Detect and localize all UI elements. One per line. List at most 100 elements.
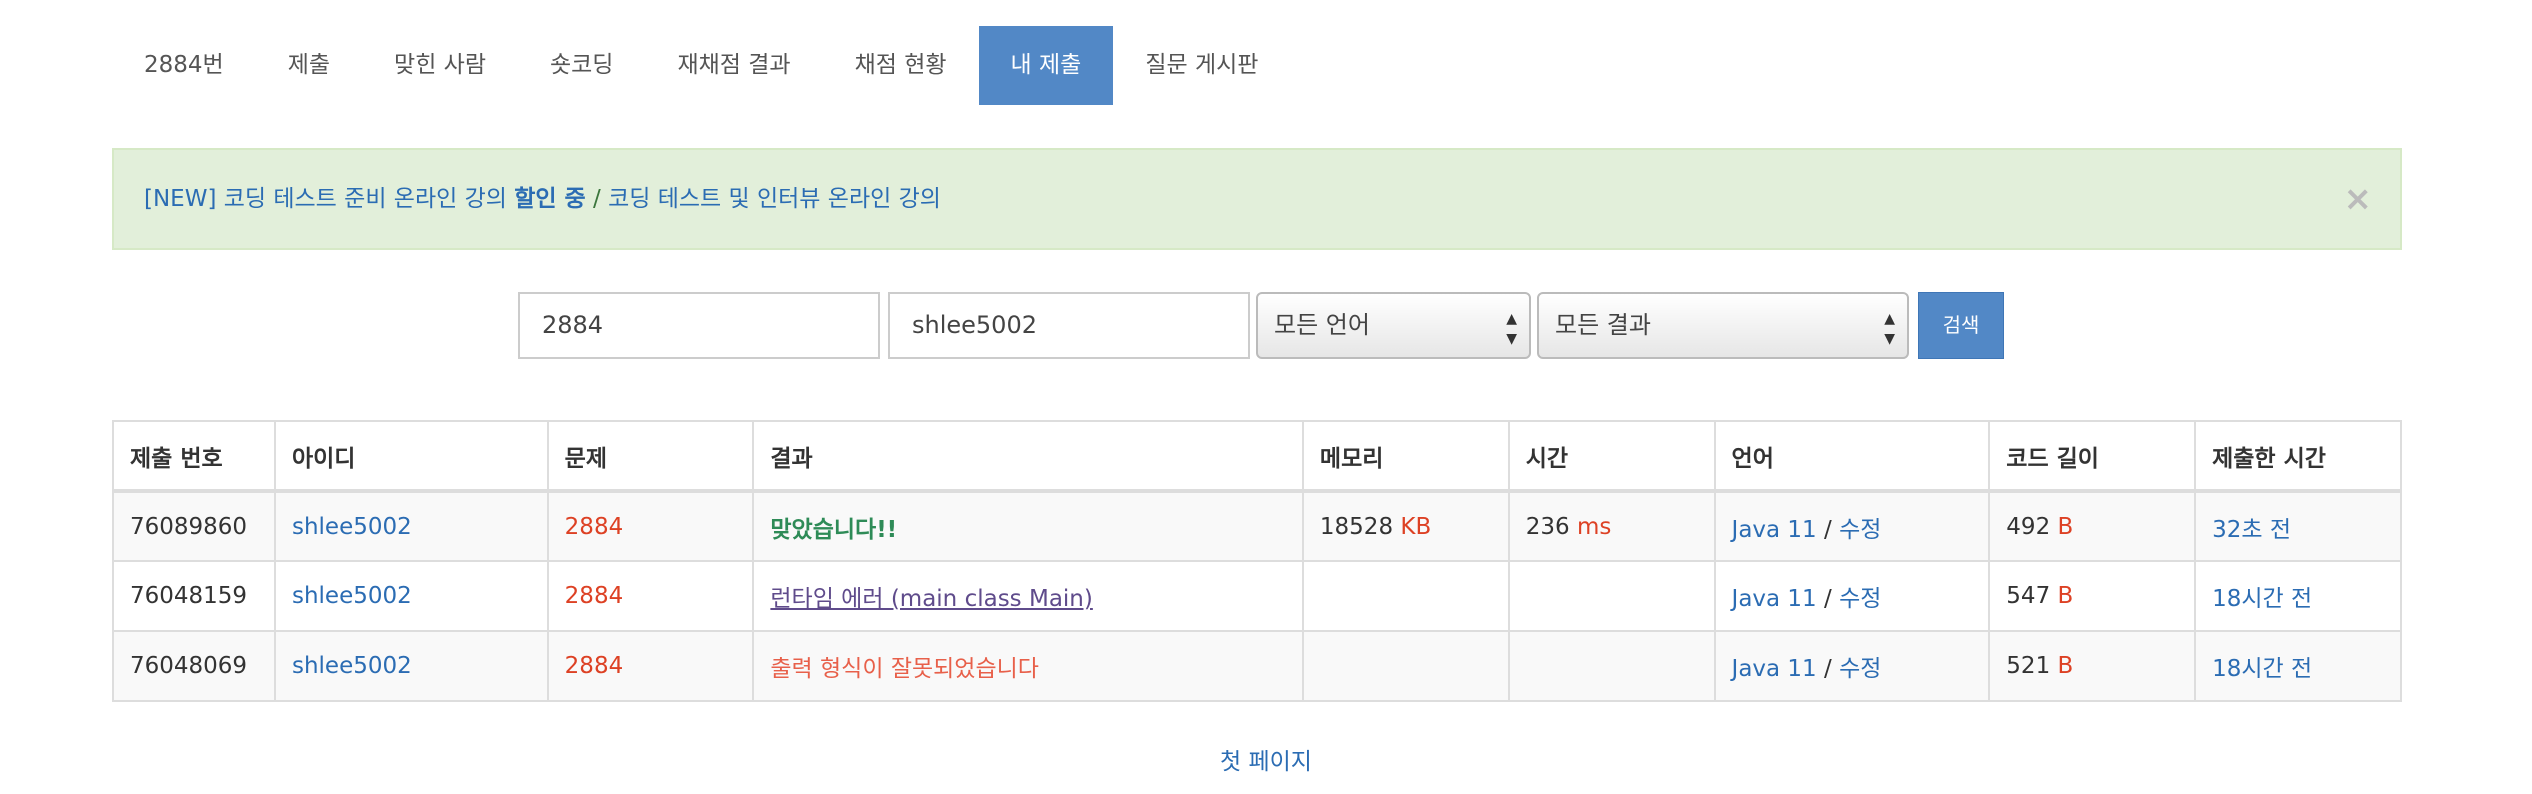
time-value: 236 [1525, 513, 1570, 540]
tab-my-submissions[interactable]: 내 제출 [978, 26, 1114, 105]
submission-id: 76089860 [130, 513, 248, 540]
user-link[interactable]: shlee5002 [292, 653, 412, 679]
column-header: 제출한 시간 [2194, 420, 2402, 493]
promo-link-1[interactable]: [NEW] 코딩 테스트 준비 온라인 강의 할인 중 [144, 186, 586, 212]
promo-link-2[interactable]: 코딩 테스트 및 인터뷰 온라인 강의 [608, 186, 941, 212]
separator: / [1816, 656, 1840, 682]
close-icon[interactable]: × [2344, 150, 2373, 248]
user-id-input[interactable]: shlee5002 [888, 292, 1250, 359]
tab-rejudge[interactable]: 재채점 결과 [645, 26, 822, 105]
language-select[interactable]: 모든 언어 ▲ ▼ [1256, 292, 1531, 359]
table-cell: 76048159 [112, 560, 276, 632]
table-cell [1507, 560, 1716, 632]
length-unit: B [2057, 513, 2074, 540]
tab-solvers[interactable]: 맞힌 사람 [362, 26, 518, 105]
table-cell: 521 B [1988, 630, 2197, 702]
user-link[interactable]: shlee5002 [292, 583, 412, 609]
submissions-table: 제출 번호 아이디 문제 결과 메모리 시간 언어 코드 길이 제출한 시간 76089860 s… [112, 420, 2402, 702]
table-row: 76048159 shlee5002 2884 런타임 에러 (main class … [112, 560, 2402, 632]
column-header: 결과 [752, 420, 1304, 493]
table-row: 76048069 shlee5002 2884 출력 형식이 잘못되었습니다 Java … [112, 630, 2402, 702]
table-cell: 236 ms [1507, 490, 1716, 562]
table-cell: 18528 KB [1301, 490, 1510, 562]
tab-submit[interactable]: 제출 [256, 26, 362, 105]
problem-link[interactable]: 2884 [565, 583, 624, 609]
promo-separator: / [585, 186, 609, 212]
result-status: 출력 형식이 잘못되었습니다 [770, 656, 1039, 682]
table-cell: 런타임 에러 (main class Main) [752, 560, 1304, 632]
first-page-link[interactable]: 첫 페이지 [1220, 749, 1312, 775]
table-cell: shlee5002 [273, 630, 549, 702]
table-cell: 맞았습니다!! [752, 490, 1304, 562]
table-cell [1301, 630, 1510, 702]
language-select-value: 모든 언어 [1274, 311, 1370, 339]
table-cell: shlee5002 [273, 490, 549, 562]
table-cell: 2884 [546, 490, 755, 562]
promo-alert: [NEW] 코딩 테스트 준비 온라인 강의 할인 중 / 코딩 테스트 및 인… [112, 148, 2402, 250]
edit-link[interactable]: 수정 [1839, 656, 1881, 682]
table-cell: 2884 [546, 560, 755, 632]
result-status: 맞았습니다!! [770, 516, 898, 543]
language-link[interactable]: Java 11 [1732, 517, 1817, 543]
tab-board[interactable]: 질문 게시판 [1113, 26, 1290, 105]
language-link[interactable]: Java 11 [1732, 656, 1817, 682]
table-cell: 76048069 [112, 630, 276, 702]
column-header: 문제 [546, 420, 755, 493]
length-unit: B [2057, 583, 2074, 609]
promo-link-1-bold: 할인 중 [514, 186, 586, 212]
table-cell: 76089860 [112, 490, 276, 562]
column-header: 언어 [1713, 420, 1991, 493]
tab-short-coding[interactable]: 숏코딩 [518, 26, 645, 105]
edit-link[interactable]: 수정 [1839, 517, 1881, 543]
tab-problem[interactable]: 2884번 [112, 26, 256, 105]
code-length: 547 [2006, 583, 2051, 609]
table-row: 76089860 shlee5002 2884 맞았습니다!! 18528 KB 236 … [112, 490, 2402, 562]
language-link[interactable]: Java 11 [1732, 586, 1817, 612]
column-header: 메모리 [1301, 420, 1510, 493]
table-cell: 2884 [546, 630, 755, 702]
tab-status[interactable]: 채점 현황 [823, 26, 979, 105]
memory-value: 18528 [1319, 513, 1394, 540]
memory-unit: KB [1400, 513, 1432, 540]
table-cell: 547 B [1988, 560, 2197, 632]
code-length: 492 [2006, 513, 2051, 540]
code-length: 521 [2006, 653, 2051, 679]
chevron-updown-icon: ▲ ▼ [1884, 311, 1895, 347]
table-cell: 32초 전 [2194, 490, 2402, 562]
table-cell [1301, 560, 1510, 632]
table-cell: 18시간 전 [2194, 560, 2402, 632]
table-cell: 출력 형식이 잘못되었습니다 [752, 630, 1304, 702]
separator: / [1816, 586, 1840, 612]
promo-link-1-text: [NEW] 코딩 테스트 준비 온라인 강의 [144, 186, 507, 212]
problem-link[interactable]: 2884 [565, 514, 624, 540]
table-cell: Java 11 / 수정 [1713, 630, 1991, 702]
edit-link[interactable]: 수정 [1839, 586, 1881, 612]
search-button[interactable]: 검색 [1918, 292, 2004, 359]
length-unit: B [2057, 653, 2074, 679]
separator: / [1816, 516, 1840, 543]
table-cell: shlee5002 [273, 560, 549, 632]
problem-nav: 2884번 제출 맞힌 사람 숏코딩 재채점 결과 채점 현황 내 제출 질문 … [112, 26, 1290, 105]
submission-id: 76048159 [130, 583, 248, 609]
submitted-time-link[interactable]: 18시간 전 [2212, 586, 2312, 612]
time-unit: ms [1576, 513, 1612, 540]
table-cell: Java 11 / 수정 [1713, 490, 1991, 562]
result-select-value: 모든 결과 [1555, 311, 1651, 339]
table-cell: Java 11 / 수정 [1713, 560, 1991, 632]
result-select[interactable]: 모든 결과 ▲ ▼ [1537, 292, 1909, 359]
chevron-updown-icon: ▲ ▼ [1506, 311, 1517, 347]
user-link[interactable]: shlee5002 [292, 514, 412, 540]
submitted-time-link[interactable]: 32초 전 [2212, 517, 2291, 543]
table-cell: 492 B [1988, 490, 2197, 562]
column-header: 코드 길이 [1988, 420, 2197, 493]
result-link[interactable]: 런타임 에러 (main class Main) [770, 586, 1092, 612]
submission-id: 76048069 [130, 653, 248, 679]
column-header: 시간 [1507, 420, 1716, 493]
table-cell: 18시간 전 [2194, 630, 2402, 702]
column-header: 제출 번호 [112, 420, 276, 493]
submitted-time-link[interactable]: 18시간 전 [2212, 656, 2312, 682]
table-cell [1507, 630, 1716, 702]
problem-id-input[interactable]: 2884 [518, 292, 880, 359]
problem-link[interactable]: 2884 [565, 653, 624, 679]
pagination: 첫 페이지 [0, 742, 2532, 776]
